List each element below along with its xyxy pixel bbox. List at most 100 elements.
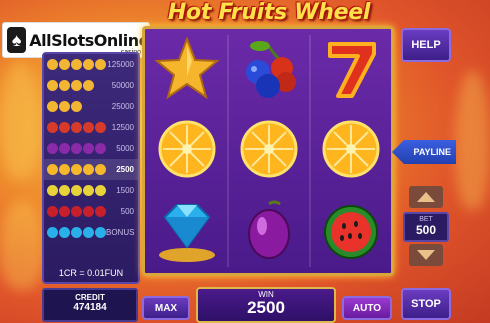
star-icon xyxy=(47,80,58,91)
paytable-row: 2500 xyxy=(44,159,138,180)
bet-display: BET 500 xyxy=(403,212,449,242)
star-icon xyxy=(95,59,106,70)
seven-icon xyxy=(47,122,58,133)
payline-indicator: PAYLINE xyxy=(392,140,456,164)
orange-icon xyxy=(95,164,106,175)
paytable: 125000 50000 25000 12500 5000 2500 1500 500 BONU… xyxy=(42,52,140,284)
bet-label: BET xyxy=(419,216,433,223)
star-icon xyxy=(59,59,70,70)
diamond-icon xyxy=(83,227,94,238)
paytable-value: 12500 xyxy=(111,123,134,132)
paytable-row: BONUS xyxy=(44,222,138,243)
plum-icon xyxy=(233,195,305,267)
arrow-down-icon xyxy=(417,250,435,260)
credit-rate: 1CR = 0.01FUN xyxy=(58,268,124,278)
plum-icon xyxy=(47,143,106,154)
orange-icon xyxy=(47,164,106,175)
star-icon xyxy=(59,80,70,91)
star-icon xyxy=(83,59,94,70)
plum-icon xyxy=(71,143,82,154)
lemon-icon xyxy=(71,185,82,196)
cherry-icon xyxy=(71,206,82,217)
orange-slice-icon xyxy=(315,113,387,185)
paytable-row: 50000 xyxy=(44,75,138,96)
lemon-icon xyxy=(83,185,94,196)
lemon-icon xyxy=(95,185,106,196)
star-icon xyxy=(83,80,94,91)
max-bet-button[interactable]: MAX xyxy=(142,296,190,320)
credit-display: CREDIT 474184 xyxy=(42,288,138,322)
star-icon xyxy=(71,101,82,112)
flame-decoration xyxy=(0,60,40,180)
blueberry-cherry-icon xyxy=(233,33,305,105)
logo-text: AllSlotsOnline xyxy=(29,30,149,50)
paytable-row: 25000 xyxy=(44,96,138,117)
lemon-icon xyxy=(47,185,106,196)
diamond-icon xyxy=(47,227,58,238)
paytable-value: 25000 xyxy=(111,102,134,111)
reel-separator xyxy=(309,35,311,267)
reel-separator xyxy=(227,35,229,267)
seven-icon xyxy=(47,122,106,133)
star-icon xyxy=(47,101,82,112)
seven-icon xyxy=(95,122,106,133)
orange-icon xyxy=(83,164,94,175)
cherry-icon xyxy=(83,206,94,217)
diamond-icon xyxy=(59,227,70,238)
spade-icon: ♠ xyxy=(7,27,27,53)
bet-increase-button[interactable] xyxy=(409,186,443,208)
orange-icon xyxy=(71,164,82,175)
arrow-up-icon xyxy=(417,192,435,202)
star-icon xyxy=(59,101,70,112)
orange-icon xyxy=(47,164,58,175)
paytable-value: BONUS xyxy=(106,228,135,237)
diamond-icon xyxy=(71,227,82,238)
diamond-icon xyxy=(47,227,106,238)
plum-icon xyxy=(83,143,94,154)
star-icon xyxy=(151,33,223,105)
paytable-value: 125000 xyxy=(107,60,134,69)
cherry-icon xyxy=(47,206,106,217)
flame-decoration xyxy=(0,200,44,290)
slot-game-screen: ♠ AllSlotsOnline .casino Hot Fruits Whee… xyxy=(0,0,490,323)
paytable-row: 12500 xyxy=(44,117,138,138)
seven-icon xyxy=(315,33,387,105)
lemon-icon xyxy=(59,185,70,196)
diamond-icon xyxy=(151,195,223,267)
paytable-row: 1500 xyxy=(44,180,138,201)
star-icon xyxy=(47,59,106,70)
orange-slice-icon xyxy=(233,113,305,185)
orange-slice-icon xyxy=(151,113,223,185)
paytable-value: 2500 xyxy=(116,165,134,174)
cherry-icon xyxy=(59,206,70,217)
star-icon xyxy=(47,80,94,91)
seven-icon xyxy=(59,122,70,133)
lemon-icon xyxy=(47,185,58,196)
star-icon xyxy=(71,59,82,70)
star-icon xyxy=(47,59,58,70)
paytable-value: 500 xyxy=(120,207,134,216)
star-icon xyxy=(71,80,82,91)
seven-icon xyxy=(83,122,94,133)
paytable-value: 1500 xyxy=(116,186,134,195)
watermelon-icon xyxy=(315,195,387,267)
cherry-icon xyxy=(47,206,58,217)
autoplay-button[interactable]: AUTO xyxy=(342,296,392,320)
star-icon xyxy=(47,101,58,112)
win-value: 2500 xyxy=(247,298,285,317)
help-button[interactable]: HELP xyxy=(401,28,451,62)
paytable-row: 125000 xyxy=(44,54,138,75)
plum-icon xyxy=(59,143,70,154)
flame-decoration xyxy=(455,70,490,210)
reel-frame xyxy=(142,26,394,276)
paytable-value: 50000 xyxy=(111,81,134,90)
credit-value: 474184 xyxy=(73,302,107,313)
credit-label: CREDIT xyxy=(75,293,105,302)
orange-icon xyxy=(59,164,70,175)
diamond-icon xyxy=(95,227,106,238)
bet-value: 500 xyxy=(415,223,437,237)
cherry-icon xyxy=(95,206,106,217)
bet-decrease-button[interactable] xyxy=(409,244,443,266)
paytable-row: 500 xyxy=(44,201,138,222)
seven-icon xyxy=(71,122,82,133)
